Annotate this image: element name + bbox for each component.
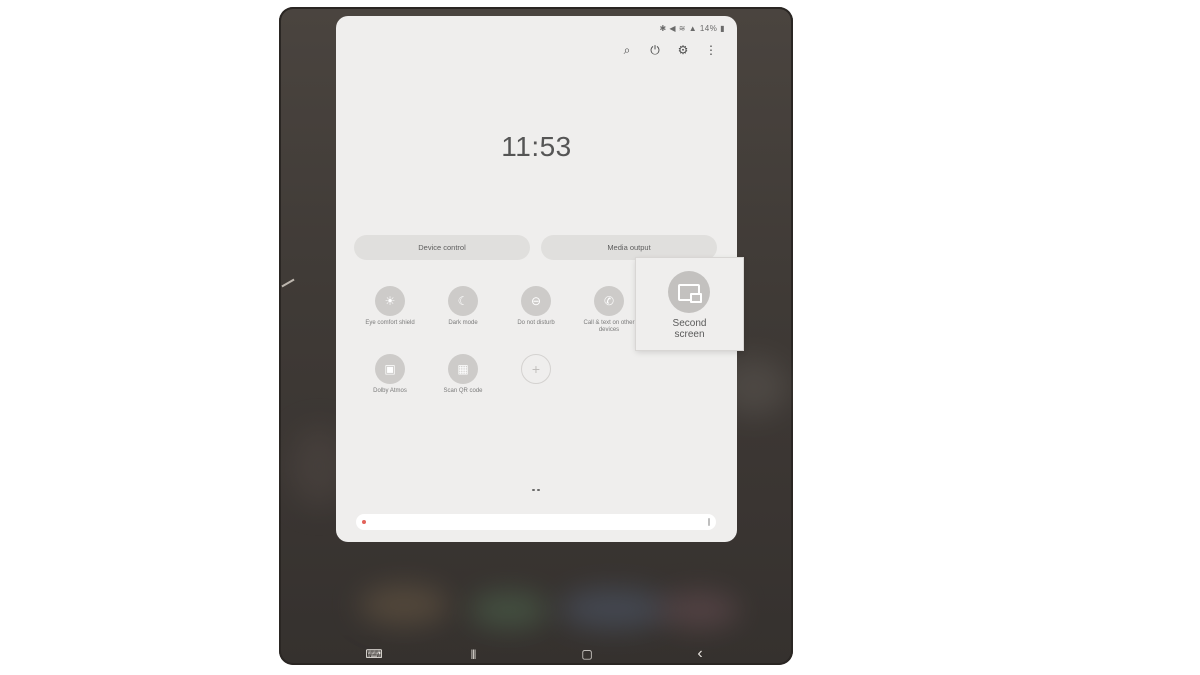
google-search-bar[interactable] xyxy=(356,514,716,530)
tile-label: Call & text on other devices xyxy=(583,320,635,333)
second-screen-label-line2: screen xyxy=(674,329,705,340)
clock: 11:53 xyxy=(501,131,572,162)
more-options-icon[interactable]: ⋮ xyxy=(703,42,719,58)
google-icon xyxy=(362,520,366,524)
second-screen-icon xyxy=(668,271,710,313)
tile-label: Eye comfort shield xyxy=(365,320,415,326)
quick-panel-toolbar: ⌕ ⏻ ⚙ ⋮ xyxy=(619,42,719,58)
add-tile-button[interactable]: + xyxy=(504,354,568,384)
tile-second-screen[interactable]: Second screen xyxy=(636,258,743,350)
page-dot xyxy=(532,489,535,491)
tile-dolby-atmos[interactable]: ▣ Dolby Atmos xyxy=(358,354,422,395)
eye-comfort-icon: ☀ xyxy=(375,286,405,316)
plus-icon: + xyxy=(521,354,551,384)
power-icon[interactable]: ⏻ xyxy=(647,42,663,58)
recent-apps-icon[interactable]: ||| xyxy=(465,647,481,661)
page-indicator xyxy=(532,489,540,491)
tile-eye-comfort-shield[interactable]: ☀ Eye comfort shield xyxy=(358,286,422,327)
tile-label: Dark mode xyxy=(448,320,478,326)
second-screen-label-line1: Second xyxy=(672,318,707,329)
media-output-button[interactable]: Media output xyxy=(541,235,717,260)
tile-label: Dolby Atmos xyxy=(373,388,407,394)
page-dot xyxy=(537,489,540,491)
tile-label: Second screen xyxy=(636,318,743,340)
background-blur xyxy=(469,592,549,628)
call-text-icon: ✆ xyxy=(594,286,624,316)
search-icon[interactable]: ⌕ xyxy=(619,42,635,58)
background-blur xyxy=(359,585,449,625)
tile-label: Do not disturb xyxy=(517,320,555,326)
back-icon[interactable]: ‹ xyxy=(692,645,708,662)
tablet-screen: ✱ ◀ ≋ ▲ 14% ▮ ⌕ ⏻ ⚙ ⋮ 11:53 Device contr… xyxy=(279,7,793,665)
tile-do-not-disturb[interactable]: ⊖ Do not disturb xyxy=(504,286,568,327)
keyboard-icon[interactable]: ⌨ xyxy=(365,647,382,661)
quick-panel-buttons: Device control Media output xyxy=(354,235,717,260)
tile-scan-qr-code[interactable]: ▦ Scan QR code xyxy=(431,354,495,395)
home-icon[interactable]: ▢ xyxy=(579,647,595,661)
qr-code-icon: ▦ xyxy=(448,354,478,384)
status-bar: ✱ ◀ ≋ ▲ 14% ▮ xyxy=(659,24,725,33)
tile-call-text-other-devices[interactable]: ✆ Call & text on other devices xyxy=(577,286,641,334)
tile-dark-mode[interactable]: ☾ Dark mode xyxy=(431,286,495,327)
navigation-bar: ⌨ ||| ▢ ‹ xyxy=(279,644,793,664)
dark-mode-icon: ☾ xyxy=(448,286,478,316)
screen-glyph xyxy=(678,283,702,303)
background-blur xyxy=(659,592,739,628)
device-control-button[interactable]: Device control xyxy=(354,235,530,260)
settings-icon[interactable]: ⚙ xyxy=(675,42,691,58)
tile-label: Scan QR code xyxy=(443,388,483,394)
background-blur xyxy=(559,589,669,629)
microphone-icon[interactable] xyxy=(708,518,710,526)
dolby-atmos-icon: ▣ xyxy=(375,354,405,384)
edge-panel-handle[interactable] xyxy=(281,278,295,288)
do-not-disturb-icon: ⊖ xyxy=(521,286,551,316)
